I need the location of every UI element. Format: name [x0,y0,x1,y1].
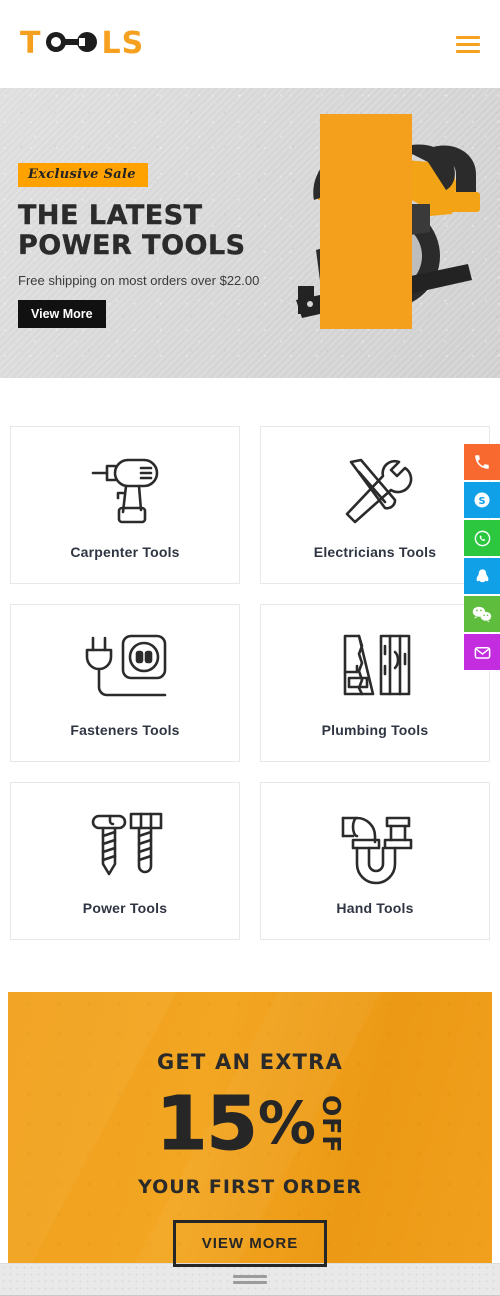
hamburger-bar [456,42,480,46]
envelope-icon [473,643,492,662]
saw-plank-icon [329,628,421,708]
page-root: T LS Exclusive Sale THE LATEST POWER TOO… [0,0,500,1296]
drag-handle-icon[interactable] [233,1275,267,1284]
hero-accent-rectangle [320,114,412,329]
category-card-hand-tools[interactable]: Hand Tools [260,782,490,940]
category-label: Electricians Tools [313,544,437,560]
hamburger-bar [456,49,480,53]
hero-title-line1: THE LATEST [18,200,203,231]
social-button-whatsapp[interactable] [464,520,500,556]
bottom-drag-bar[interactable] [0,1263,500,1296]
category-grid: Carpenter Tools Electricians Tools Faste… [0,378,500,940]
skype-icon: S [473,491,491,509]
social-contact-rail: S [464,444,500,672]
category-card-fasteners-tools[interactable]: Fasteners Tools [10,604,240,762]
category-label: Fasteners Tools [70,722,180,738]
screwdriver-wrench-icon [329,450,421,530]
promo-bottom-line: YOUR FIRST ORDER [137,1176,362,1199]
category-label: Carpenter Tools [70,544,180,560]
hero-subtitle: Free shipping on most orders over $22.00 [18,273,260,289]
promo-view-more-button[interactable]: VIEW MORE [172,1220,328,1268]
pipe-trap-icon [329,806,421,886]
promo-number: 15 [155,1081,258,1167]
drag-handle-line [233,1281,267,1284]
hero-view-more-button[interactable]: View More [18,300,106,329]
screws-icon [79,806,171,886]
plug-socket-icon [79,628,171,708]
site-header: T LS [0,0,500,88]
category-card-carpenter-tools[interactable]: Carpenter Tools [10,426,240,584]
category-label: Hand Tools [336,900,414,916]
hero-copy: Exclusive Sale THE LATEST POWER TOOLS Fr… [18,163,260,329]
promo-content: GET AN EXTRA 15 % OFF YOUR FIRST ORDER V… [8,992,492,1268]
promo-percent-symbol: % [257,1089,317,1158]
phone-icon [473,453,491,471]
promo-discount: 15 % OFF [8,1081,492,1167]
social-button-wechat[interactable] [464,596,500,632]
wechat-icon [472,605,492,623]
hero-title: THE LATEST POWER TOOLS [18,200,259,262]
hamburger-menu-icon[interactable] [456,35,480,53]
social-button-qq[interactable] [464,558,500,594]
promo-top-line: GET AN EXTRA [156,1050,344,1074]
category-card-plumbing-tools[interactable]: Plumbing Tools [260,604,490,762]
category-card-power-tools[interactable]: Power Tools [10,782,240,940]
social-button-phone[interactable] [464,444,500,480]
promo-off-label: OFF [317,1094,347,1154]
hero-title-line2: POWER TOOLS [18,230,246,262]
hamburger-bar [456,35,480,39]
drill-icon [79,450,171,530]
hero-badge: Exclusive Sale [18,163,148,187]
drag-handle-line [233,1275,267,1278]
category-card-electricians-tools[interactable]: Electricians Tools [260,426,490,584]
whatsapp-icon [473,529,492,548]
wrench-icon [43,29,99,60]
circular-saw-image [280,104,490,354]
category-label: Power Tools [82,900,168,916]
logo-text-suffix: LS [101,26,145,61]
site-logo[interactable]: T LS [20,29,144,60]
hero-banner: Exclusive Sale THE LATEST POWER TOOLS Fr… [0,88,500,378]
social-button-skype[interactable]: S [464,482,500,518]
category-label: Plumbing Tools [321,722,429,738]
promo-banner: GET AN EXTRA 15 % OFF YOUR FIRST ORDER V… [8,992,492,1287]
logo-text-prefix: T [20,26,42,61]
qq-icon [474,567,491,586]
social-button-email[interactable] [464,634,500,670]
svg-text:S: S [478,496,485,507]
